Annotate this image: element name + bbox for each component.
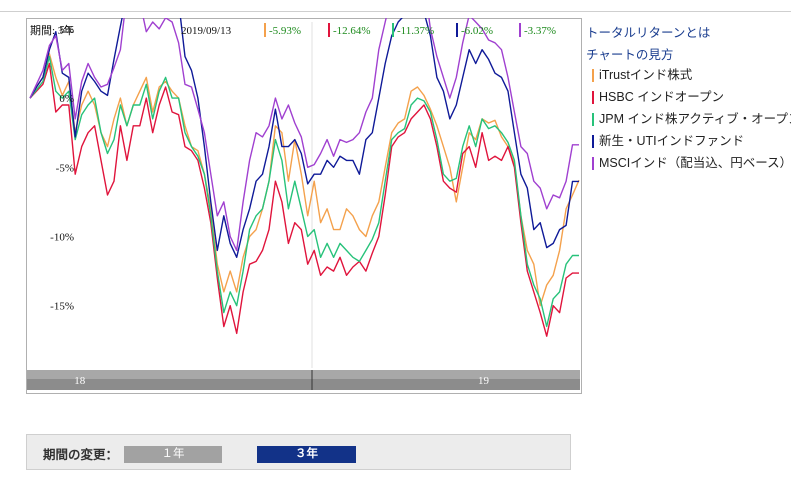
series-value-label: -3.37%: [524, 25, 556, 37]
period-3y-button[interactable]: ３年: [257, 446, 356, 463]
legend-swatch: [592, 91, 594, 104]
legend-item-hsbc: HSBC インドオープン: [586, 86, 791, 108]
info-links: トータルリターンとは チャートの見方: [586, 22, 791, 66]
series-value-label: -5.93%: [269, 25, 301, 37]
total-return-link[interactable]: トータルリターンとは: [586, 22, 791, 44]
performance-chart: 5%0%-5%-10%-15% 期間: 3年 2019/09/13 -5.93%…: [27, 18, 580, 390]
legend-label: 新生・UTIインドファンド: [599, 134, 745, 148]
period-changer: 期間の変更： １年 ３年: [26, 434, 571, 470]
legend-label: JPM インド株アクティブ・オープン: [599, 112, 791, 126]
y-tick-label: -5%: [56, 162, 74, 174]
legend-item-jpm: JPM インド株アクティブ・オープン: [586, 108, 791, 130]
legend-item-msci: MSCIインド（配当込、円ベース）: [586, 152, 791, 174]
value-marker: [264, 23, 266, 37]
series-line-4: [29, 18, 579, 252]
series-line-1: [29, 62, 579, 337]
date-text: 2019/09/13: [181, 25, 232, 37]
y-tick-label: 0%: [59, 93, 74, 105]
period-text: 期間: 3年: [30, 23, 74, 37]
x-axis-bar-highlight: [27, 370, 580, 379]
y-tick-label: -10%: [50, 232, 74, 244]
chart-legend: iTrustインド株式 HSBC インドオープン JPM インド株アクティブ・オ…: [586, 64, 791, 174]
legend-label: HSBC インドオープン: [599, 90, 724, 104]
period-1y-button[interactable]: １年: [124, 446, 222, 463]
value-marker: [328, 23, 330, 37]
series-value-label: -12.64%: [333, 25, 371, 37]
x-tick-label: 18: [74, 375, 86, 387]
period-changer-label: 期間の変更：: [43, 448, 119, 462]
series-line-0: [29, 53, 580, 307]
legend-swatch: [592, 69, 594, 82]
legend-item-shinsei: 新生・UTIインドファンド: [586, 130, 791, 152]
series-value-label: -6.02%: [461, 25, 493, 37]
value-marker: [392, 23, 394, 37]
value-marker: [456, 23, 458, 37]
how-to-read-link[interactable]: チャートの見方: [586, 44, 791, 66]
legend-item-itrust: iTrustインド株式: [586, 64, 791, 86]
top-divider: [0, 11, 791, 12]
legend-label: iTrustインド株式: [599, 68, 693, 82]
series-value-label: -11.37%: [397, 25, 434, 37]
y-tick-label: -15%: [50, 301, 74, 313]
legend-swatch: [592, 157, 594, 170]
value-marker: [519, 23, 521, 37]
legend-swatch: [592, 135, 594, 148]
legend-swatch: [592, 113, 594, 126]
x-tick-label: 19: [478, 375, 490, 387]
legend-label: MSCIインド（配当込、円ベース）: [599, 156, 791, 170]
